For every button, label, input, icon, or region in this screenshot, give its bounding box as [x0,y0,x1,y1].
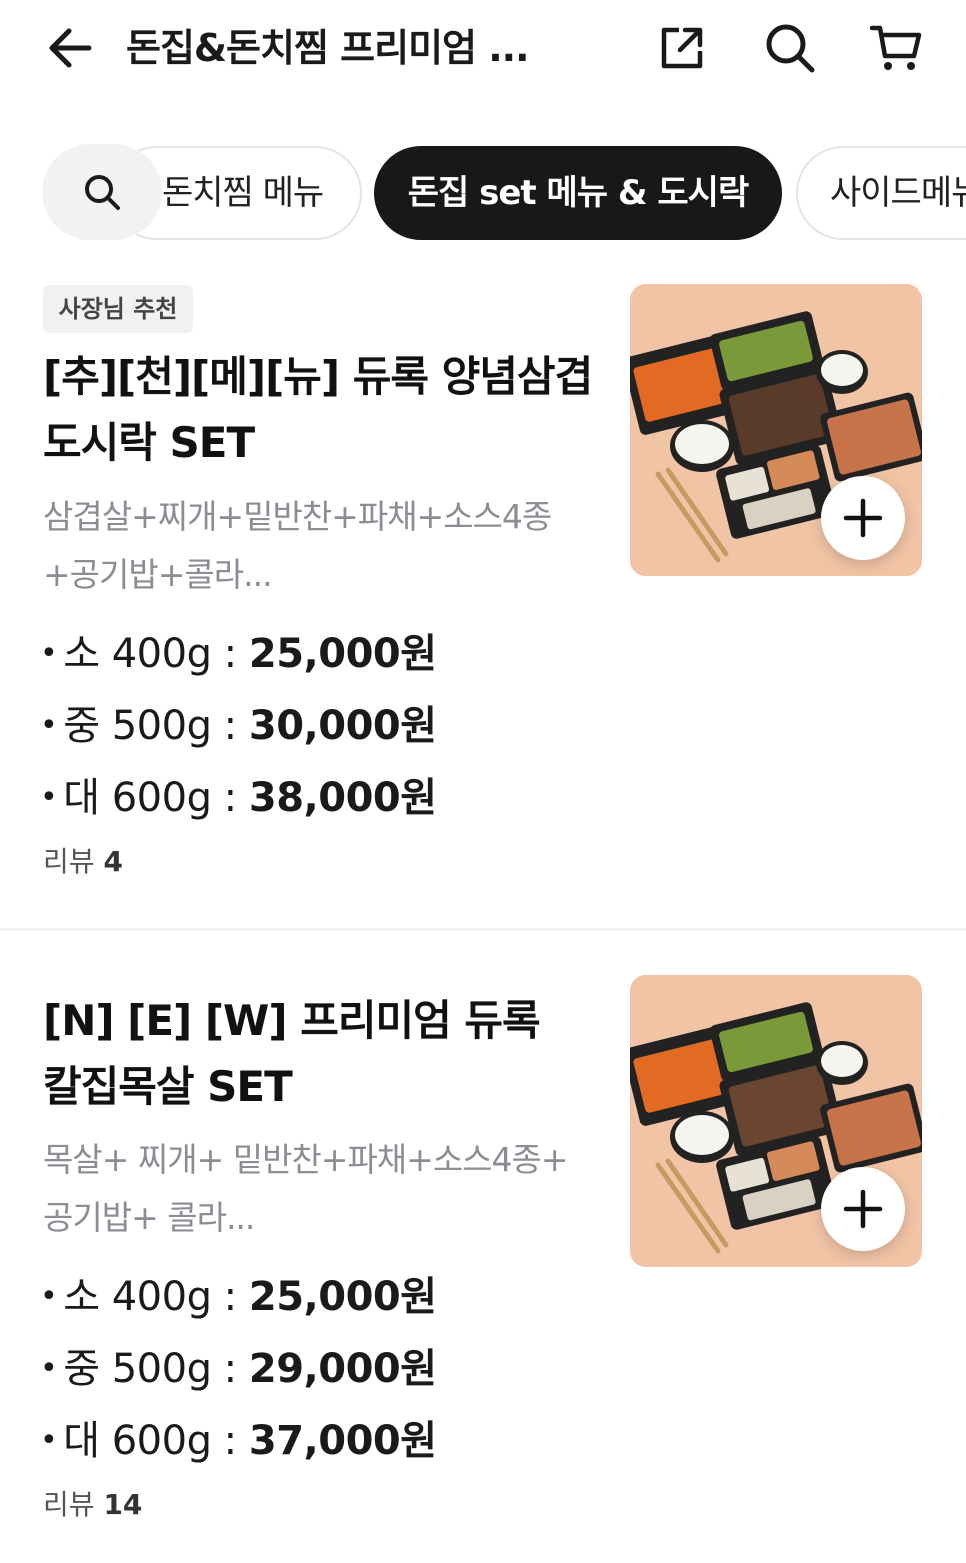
menu-item-photo[interactable] [630,284,922,576]
menu-item-photo[interactable] [630,975,922,1267]
price-size: 대 600g : [63,775,249,821]
menu-item-name-line: [추][천][메][뉴] 듀록 양념삼겹 [43,352,593,401]
price-list: • 소 400g : 25,000원 • 중 500g : 29,000원 • 대 6… [40,1261,600,1477]
price-amount: 25,000원 [248,1274,437,1320]
search-button[interactable] [760,18,820,78]
price-row: • 대 600g : 38,000원 [40,775,437,821]
share-button[interactable] [652,18,712,78]
recommend-badge: 사장님 추천 [43,285,193,333]
cart-button[interactable] [866,18,926,78]
price-row: • 중 500g : 29,000원 [40,1346,437,1392]
menu-search-button[interactable] [42,144,162,240]
chip-set-menu-dosirak[interactable]: 돈집 set 메뉴 & 도시락 [374,146,782,240]
price-row: • 중 500g : 30,000원 [40,703,437,749]
menu-item-name: [추][천][메][뉴] 듀록 양념삼겹 도시락 SET [43,344,603,476]
plus-icon [843,1189,883,1229]
menu-item-name-line: 칼집목살 SET [43,1062,293,1111]
arrow-left-icon [49,28,92,68]
review-number: 14 [103,1488,143,1521]
price-row: • 소 400g : 25,000원 [40,631,437,677]
back-button[interactable] [40,20,100,76]
search-icon [85,175,120,210]
review-label: 리뷰 [43,1488,95,1521]
menu-item-description: 삼겹살+찌개+밑반찬+파채+소스4종 +공기밥+콜라... [43,488,588,604]
menu-item-description-line: 목살+ 찌개+ 밑반찬+파채+소스4종+ [43,1140,569,1179]
price-amount: 29,000원 [248,1346,437,1392]
price-amount: 25,000원 [248,631,437,677]
price-size: 소 400g : [63,1274,249,1320]
price-size: 중 500g : [63,703,249,749]
review-count: 리뷰 4 [43,842,123,882]
menu-item-description-line: 공기밥+ 콜라... [43,1198,255,1237]
top-app-bar: 돈집&돈치찜 프리미엄 ... [0,0,966,100]
share-icon [661,27,703,69]
price-row: • 대 600g : 37,000원 [40,1418,437,1464]
menu-item-description-line: 삼겹살+찌개+밑반찬+파채+소스4종 [43,497,552,536]
price-size: 대 600g : [63,1418,249,1464]
review-count: 리뷰 14 [43,1485,142,1525]
price-list: • 소 400g : 25,000원 • 중 500g : 30,000원 • 대 6… [40,618,600,834]
price-amount: 37,000원 [248,1418,437,1464]
menu-item-description: 목살+ 찌개+ 밑반찬+파채+소스4종+ 공기밥+ 콜라... [43,1131,588,1247]
review-label: 리뷰 [43,845,95,878]
plus-icon [843,498,883,538]
item-divider [0,928,966,931]
price-size: 중 500g : [63,1346,249,1392]
review-number: 4 [103,845,123,878]
price-row: • 소 400g : 25,000원 [40,1274,437,1320]
menu-item-description-line: +공기밥+콜라... [43,555,273,594]
price-amount: 38,000원 [248,775,437,821]
search-icon [766,24,815,73]
chip-side-menu[interactable]: 사이드메뉴 [796,146,966,240]
add-to-cart-button[interactable] [821,1167,905,1251]
price-amount: 30,000원 [248,703,437,749]
store-title: 돈집&돈치찜 프리미엄 ... [126,26,530,70]
cart-icon [869,25,922,70]
menu-item-name-line: [N] [E] [W] 프리미엄 듀록 [43,996,541,1045]
category-chip-bar: 돈치찜 메뉴 돈집 set 메뉴 & 도시락 사이드메뉴 [0,140,966,250]
menu-item-name: [N] [E] [W] 프리미엄 듀록 칼집목살 SET [43,988,603,1120]
price-size: 소 400g : [63,631,249,677]
add-to-cart-button[interactable] [821,476,905,560]
menu-item-name-line: 도시락 SET [43,418,255,467]
store-menu-page: 돈집&돈치찜 프리미엄 ... 돈치찜 메뉴 돈집 set 메뉴 & 도시락 사… [0,0,966,1563]
